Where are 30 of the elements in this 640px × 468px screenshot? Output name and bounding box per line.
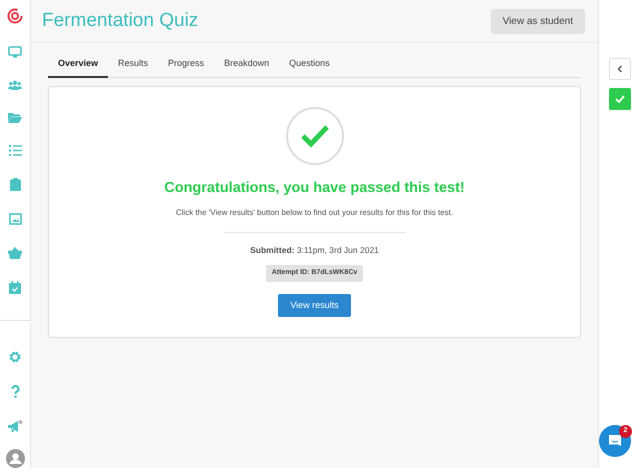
view-results-button[interactable]: View results	[278, 294, 351, 317]
tab[interactable]: Breakdown	[214, 54, 280, 78]
chevron-left-icon	[616, 65, 622, 73]
users-icon[interactable]	[8, 80, 22, 90]
settings-icon[interactable]	[9, 351, 21, 363]
instruction-text: Click the 'View results' button below to find out your results for this for this test.	[176, 207, 454, 220]
logo-icon[interactable]	[7, 8, 23, 24]
list-icon[interactable]	[8, 145, 22, 156]
submitted-text: Submitted: 3:11pm, 3rd Jun 2021	[250, 244, 379, 257]
calendar-check-icon[interactable]	[9, 281, 21, 294]
help-icon[interactable]	[10, 385, 20, 398]
clipboard-icon[interactable]	[10, 178, 20, 191]
collapse-button[interactable]	[608, 58, 630, 80]
result-heading: Congratulations, you have passed this test!	[164, 178, 465, 198]
chat-icon	[608, 434, 622, 448]
chat-button[interactable]	[599, 425, 631, 457]
complete-button[interactable]	[608, 88, 630, 110]
tab[interactable]: Results	[108, 54, 158, 78]
check-icon	[614, 95, 624, 103]
basket-icon[interactable]	[8, 247, 22, 259]
monitor-icon[interactable]	[8, 46, 22, 58]
megaphone-icon[interactable]	[7, 420, 23, 433]
page-title: Fermentation Quiz	[42, 10, 198, 32]
folder-icon[interactable]	[8, 112, 22, 123]
tab[interactable]: Overview	[48, 54, 108, 78]
tab[interactable]: Questions	[279, 54, 340, 78]
image-frame-icon[interactable]	[8, 213, 22, 225]
avatar-icon[interactable]	[6, 449, 24, 468]
view-as-student-button[interactable]: View as student	[490, 8, 585, 34]
tab[interactable]: Progress	[158, 54, 214, 78]
